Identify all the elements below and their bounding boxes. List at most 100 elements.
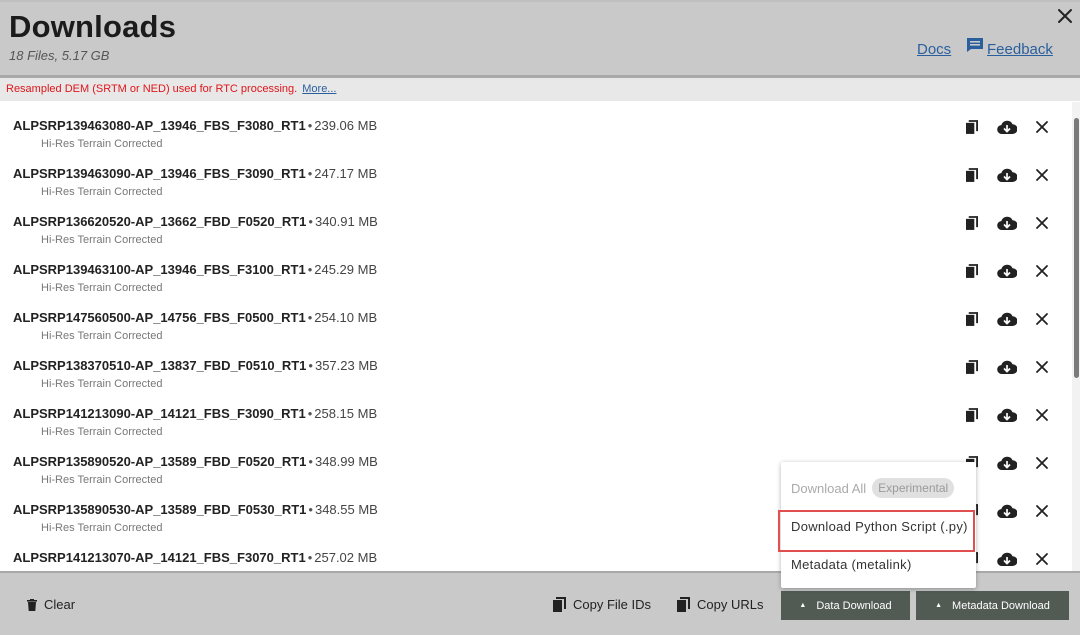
- separator-bullet: •: [308, 502, 313, 517]
- dem-notice: Resampled DEM (SRTM or NED) used for RTC…: [0, 78, 1080, 101]
- file-product-type: Hi-Res Terrain Corrected: [41, 474, 163, 486]
- separator-bullet: •: [307, 118, 313, 133]
- separator-bullet: •: [308, 454, 313, 469]
- scrollbar-thumb[interactable]: [1074, 118, 1079, 378]
- feedback-icon: [967, 38, 983, 52]
- notice-more-link[interactable]: More...: [302, 83, 336, 95]
- file-product-type: Hi-Res Terrain Corrected: [41, 282, 163, 294]
- file-product-type: Hi-Res Terrain Corrected: [41, 234, 163, 246]
- copy-file-id-icon[interactable]: [961, 116, 983, 138]
- file-name: ALPSRP141213070-AP_14121_FBS_F3070_RT1: [13, 550, 306, 565]
- caret-up-icon: ▲: [799, 602, 807, 609]
- file-size: 245.29 MB: [314, 262, 378, 277]
- cloud-download-icon[interactable]: [996, 356, 1018, 378]
- page-title: Downloads: [9, 9, 177, 44]
- metadata-download-button[interactable]: ▲ Metadata Download: [916, 591, 1069, 620]
- cloud-download-icon[interactable]: [996, 260, 1018, 282]
- cloud-download-icon[interactable]: [996, 212, 1018, 234]
- file-product-type: Hi-Res Terrain Corrected: [41, 426, 163, 438]
- separator-bullet: •: [307, 550, 313, 565]
- file-row: ALPSRP139463090-AP_13946_FBS_F3090_RT1 • 2…: [0, 150, 1072, 198]
- copy-icon: [677, 597, 690, 612]
- file-product-type: Hi-Res Terrain Corrected: [41, 378, 163, 390]
- file-row: ALPSRP138370510-AP_13837_FBD_F0510_RT1 • 3…: [0, 342, 1072, 390]
- cloud-download-icon[interactable]: [996, 452, 1018, 474]
- file-product-type: Hi-Res Terrain Corrected: [41, 138, 163, 150]
- file-name: ALPSRP138370510-AP_13837_FBD_F0510_RT1: [13, 358, 307, 373]
- remove-file-icon[interactable]: [1031, 212, 1053, 234]
- copy-file-ids-label: Copy File IDs: [573, 597, 652, 612]
- cloud-download-icon[interactable]: [996, 404, 1018, 426]
- file-size: 348.55 MB: [314, 502, 378, 517]
- remove-file-icon[interactable]: [1031, 452, 1053, 474]
- remove-file-icon[interactable]: [1031, 404, 1053, 426]
- file-size: 340.91 MB: [314, 214, 378, 229]
- file-name: ALPSRP139463080-AP_13946_FBS_F3080_RT1: [13, 118, 306, 133]
- metalink-item[interactable]: Metadata (metalink): [781, 557, 976, 572]
- separator-bullet: •: [307, 262, 313, 277]
- file-row: ALPSRP141213090-AP_14121_FBS_F3090_RT1 • 2…: [0, 390, 1072, 438]
- file-size: 254.10 MB: [314, 310, 378, 325]
- experimental-badge: Experimental: [872, 478, 955, 498]
- notice-text: Resampled DEM (SRTM or NED) used for RTC…: [6, 83, 298, 95]
- close-icon[interactable]: [1055, 6, 1075, 26]
- file-product-type: Hi-Res Terrain Corrected: [41, 330, 163, 342]
- file-title: ALPSRP141213090-AP_14121_FBS_F3090_RT1 • 2…: [13, 406, 377, 421]
- file-name: ALPSRP139463090-AP_13946_FBS_F3090_RT1: [13, 166, 306, 181]
- copy-file-ids-button[interactable]: Copy File IDs: [553, 597, 651, 612]
- file-row: ALPSRP139463080-AP_13946_FBS_F3080_RT1 • 2…: [0, 102, 1072, 150]
- file-title: ALPSRP139463090-AP_13946_FBS_F3090_RT1 • 2…: [13, 166, 377, 181]
- separator-bullet: •: [307, 310, 313, 325]
- copy-file-id-icon[interactable]: [961, 356, 983, 378]
- trash-icon: [27, 598, 37, 611]
- feedback-link[interactable]: Feedback: [966, 37, 1053, 58]
- file-product-type: Hi-Res Terrain Corrected: [41, 186, 163, 198]
- downloads-header: Downloads 18 Files, 5.17 GB Docs Feedbac…: [0, 0, 1080, 75]
- remove-file-icon[interactable]: [1031, 500, 1053, 522]
- remove-file-icon[interactable]: [1031, 308, 1053, 330]
- copy-file-id-icon[interactable]: [961, 404, 983, 426]
- remove-file-icon[interactable]: [1031, 164, 1053, 186]
- file-size: 247.17 MB: [314, 166, 378, 181]
- header-top-edge: [0, 0, 1080, 2]
- file-title: ALPSRP139463080-AP_13946_FBS_F3080_RT1 • 2…: [13, 118, 377, 133]
- feedback-label: Feedback: [987, 41, 1053, 58]
- file-name: ALPSRP135890520-AP_13589_FBD_F0520_RT1: [13, 454, 307, 469]
- download-all-label: Download All: [791, 480, 867, 496]
- data-download-button[interactable]: ▲ Data Download: [781, 591, 910, 620]
- cloud-download-icon[interactable]: [996, 308, 1018, 330]
- copy-urls-button[interactable]: Copy URLs: [677, 597, 763, 612]
- copy-file-id-icon[interactable]: [961, 260, 983, 282]
- cloud-download-icon[interactable]: [996, 164, 1018, 186]
- copy-file-id-icon[interactable]: [961, 308, 983, 330]
- file-name: ALPSRP135890530-AP_13589_FBD_F0530_RT1: [13, 502, 307, 517]
- highlight-box: [778, 510, 975, 552]
- file-row: ALPSRP139463100-AP_13946_FBS_F3100_RT1 • 2…: [0, 246, 1072, 294]
- separator-bullet: •: [308, 358, 313, 373]
- copy-file-id-icon[interactable]: [961, 164, 983, 186]
- file-product-type: Hi-Res Terrain Corrected: [41, 522, 163, 534]
- separator-bullet: •: [308, 214, 313, 229]
- file-title: ALPSRP135890530-AP_13589_FBD_F0530_RT1 • 3…: [13, 502, 378, 517]
- remove-file-icon[interactable]: [1031, 116, 1053, 138]
- copy-file-id-icon[interactable]: [961, 212, 983, 234]
- copy-urls-label: Copy URLs: [697, 597, 764, 612]
- clear-button[interactable]: Clear: [27, 597, 75, 612]
- docs-link[interactable]: Docs: [917, 41, 951, 58]
- file-size: 357.23 MB: [314, 358, 378, 373]
- file-name: ALPSRP139463100-AP_13946_FBS_F3100_RT1: [13, 262, 306, 277]
- file-size: 257.02 MB: [314, 550, 378, 565]
- caret-up-icon: ▲: [935, 602, 943, 609]
- file-size: 348.99 MB: [314, 454, 378, 469]
- cloud-download-icon[interactable]: [996, 116, 1018, 138]
- remove-file-icon[interactable]: [1031, 260, 1053, 282]
- remove-file-icon[interactable]: [1031, 356, 1053, 378]
- separator-bullet: •: [307, 406, 313, 421]
- file-title: ALPSRP138370510-AP_13837_FBD_F0510_RT1 • 3…: [13, 358, 378, 373]
- cloud-download-icon[interactable]: [996, 548, 1018, 570]
- cloud-download-icon[interactable]: [996, 500, 1018, 522]
- file-title: ALPSRP147560500-AP_14756_FBS_F0500_RT1 • 2…: [13, 310, 377, 325]
- remove-file-icon[interactable]: [1031, 548, 1053, 570]
- separator-bullet: •: [307, 166, 313, 181]
- file-name: ALPSRP136620520-AP_13662_FBD_F0520_RT1: [13, 214, 307, 229]
